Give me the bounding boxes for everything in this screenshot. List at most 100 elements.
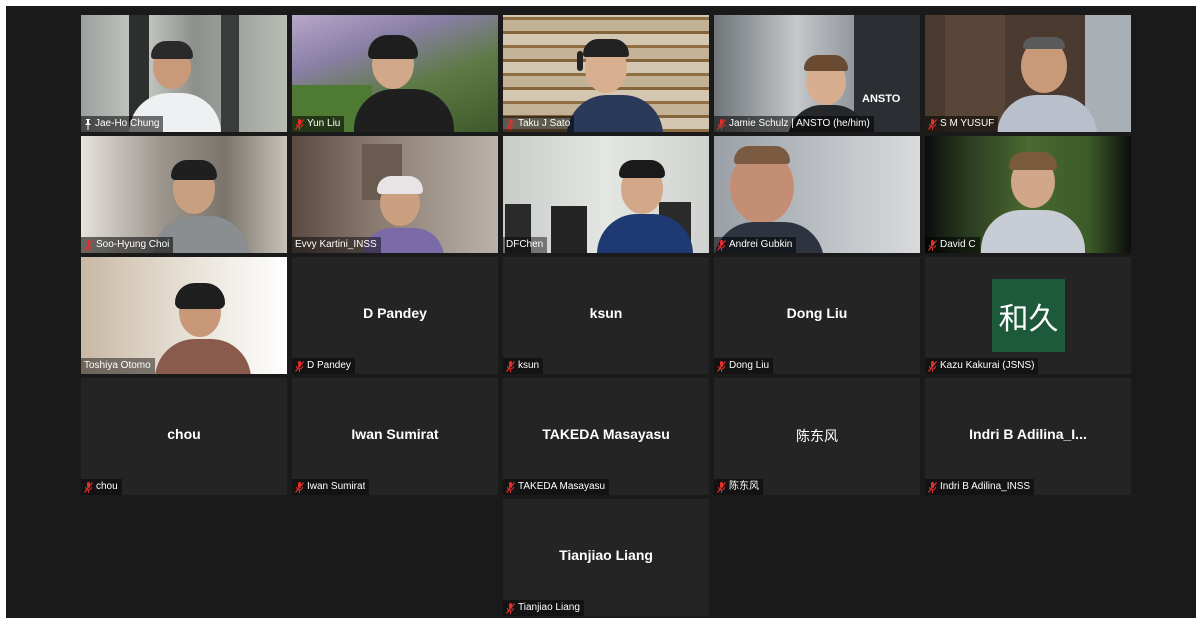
- participant-video: [81, 136, 287, 253]
- muted-mic-icon: [717, 360, 726, 372]
- pin-icon: [84, 118, 92, 130]
- participant-name-label: Andrei Gubkin: [714, 237, 797, 253]
- participant-name: Indri B Adilina_INSS: [940, 481, 1031, 492]
- muted-mic-icon: [717, 481, 726, 493]
- participant-name-label: Yun Liu: [292, 116, 345, 132]
- muted-mic-icon: [506, 118, 515, 130]
- participant-name: ksun: [518, 360, 540, 371]
- participant-name: S M YUSUF: [940, 118, 995, 129]
- participant-name: Tianjiao Liang: [518, 602, 580, 613]
- muted-mic-icon: [717, 118, 726, 130]
- participant-tile[interactable]: Taku J Sato: [503, 15, 709, 132]
- participant-tile[interactable]: 和久 Kazu Kakurai (JSNS): [925, 257, 1131, 374]
- muted-mic-icon: [928, 360, 937, 372]
- participant-name: Iwan Sumirat: [307, 481, 366, 492]
- participant-name-label: Indri B Adilina_INSS: [925, 479, 1035, 495]
- participant-video: [81, 15, 287, 132]
- participant-display-name: Tianjiao Liang: [559, 547, 653, 563]
- participant-name-label: Jamie Schulz | ANSTO (he/him): [714, 116, 874, 132]
- muted-mic-icon: [928, 118, 937, 130]
- participant-display-name: TAKEDA Masayasu: [542, 426, 670, 442]
- participant-tile[interactable]: ksun ksun: [503, 257, 709, 374]
- participant-tile[interactable]: ANSTO Jamie Schulz | ANSTO (he/him): [714, 15, 920, 132]
- participant-name: Toshiya Otomo: [84, 360, 151, 371]
- participant-display-name: chou: [167, 426, 201, 442]
- participant-name: Yun Liu: [307, 118, 341, 129]
- participant-name-label: Evvy Kartini_INSS: [292, 237, 381, 253]
- participant-video: ANSTO: [714, 15, 920, 132]
- muted-mic-icon: [928, 481, 937, 493]
- participant-name-label: Taku J Sato: [503, 116, 575, 132]
- muted-mic-icon: [928, 239, 937, 251]
- participant-name: Andrei Gubkin: [729, 239, 793, 250]
- participant-name: Soo-Hyung Choi: [96, 239, 170, 250]
- participant-tile[interactable]: Indri B Adilina_I... Indri B Adilina_INS…: [925, 378, 1131, 495]
- participant-display-name: Iwan Sumirat: [351, 426, 439, 442]
- participant-tile[interactable]: Tianjiao Liang Tianjiao Liang: [503, 499, 709, 616]
- participant-video: [292, 15, 498, 132]
- participant-tile[interactable]: Jae-Ho Chung: [81, 15, 287, 132]
- participant-tile[interactable]: TAKEDA Masayasu TAKEDA Masayasu: [503, 378, 709, 495]
- participant-tile[interactable]: Soo-Hyung Choi: [81, 136, 287, 253]
- participant-tile[interactable]: David C: [925, 136, 1131, 253]
- participant-display-name: ksun: [589, 305, 623, 321]
- participant-name: Jamie Schulz | ANSTO (he/him): [729, 118, 870, 129]
- participant-tile[interactable]: chou chou: [81, 378, 287, 495]
- participant-name-label: Toshiya Otomo: [81, 358, 155, 374]
- muted-mic-icon: [717, 239, 726, 251]
- participant-video: [925, 15, 1131, 132]
- participant-tile[interactable]: Andrei Gubkin: [714, 136, 920, 253]
- participant-name-label: TAKEDA Masayasu: [503, 479, 610, 495]
- participant-tile-active-speaker[interactable]: DFChen: [503, 136, 709, 253]
- muted-mic-icon: [506, 360, 515, 372]
- participant-name-label: chou: [81, 479, 122, 495]
- participant-tile[interactable]: D Pandey D Pandey: [292, 257, 498, 374]
- participant-name: Kazu Kakurai (JSNS): [940, 360, 1035, 371]
- participant-name: Taku J Sato: [518, 118, 571, 129]
- participant-tile[interactable]: Dong Liu Dong Liu: [714, 257, 920, 374]
- participant-name-label: DFChen: [503, 237, 548, 253]
- participant-name-label: David C: [925, 237, 980, 253]
- participant-name-label: Kazu Kakurai (JSNS): [925, 358, 1039, 374]
- participant-name: D Pandey: [307, 360, 351, 371]
- participant-name: Evvy Kartini_INSS: [295, 239, 377, 250]
- participant-tile[interactable]: S M YUSUF: [925, 15, 1131, 132]
- participant-name: David C: [940, 239, 976, 250]
- participant-name-label: D Pandey: [292, 358, 355, 374]
- participant-name: Dong Liu: [729, 360, 770, 371]
- participant-display-name: Indri B Adilina_I...: [969, 426, 1087, 442]
- participant-tile[interactable]: Iwan Sumirat Iwan Sumirat: [292, 378, 498, 495]
- participant-display-name: D Pandey: [363, 305, 427, 321]
- participant-name: TAKEDA Masayasu: [518, 481, 606, 492]
- participant-tile[interactable]: Yun Liu: [292, 15, 498, 132]
- participant-tile[interactable]: Toshiya Otomo: [81, 257, 287, 374]
- participant-name-label: 陈东风: [714, 479, 763, 495]
- participant-video: [503, 15, 709, 132]
- participant-name: chou: [96, 481, 118, 492]
- participant-name: 陈东风: [729, 481, 759, 492]
- participant-name: Jae-Ho Chung: [95, 118, 160, 129]
- ansto-watermark: ANSTO: [862, 93, 901, 105]
- muted-mic-icon: [84, 239, 93, 251]
- muted-mic-icon: [295, 481, 304, 493]
- participant-name-label: Iwan Sumirat: [292, 479, 370, 495]
- muted-mic-icon: [84, 481, 93, 493]
- participant-tile[interactable]: 陈东风 陈东风: [714, 378, 920, 495]
- muted-mic-icon: [506, 602, 515, 614]
- participant-video: [714, 136, 920, 253]
- muted-mic-icon: [295, 360, 304, 372]
- participant-name-label: Dong Liu: [714, 358, 774, 374]
- participant-display-name: Dong Liu: [786, 305, 848, 321]
- participant-name-label: Jae-Ho Chung: [81, 116, 164, 132]
- gallery-view: Jae-Ho Chung Yun Liu Taku J Sato ANSTO J…: [6, 6, 1196, 618]
- participant-tile[interactable]: Evvy Kartini_INSS: [292, 136, 498, 253]
- participant-name-label: ksun: [503, 358, 544, 374]
- participant-name-label: S M YUSUF: [925, 116, 999, 132]
- participant-name-label: Soo-Hyung Choi: [81, 237, 174, 253]
- participant-name-label: Tianjiao Liang: [503, 600, 584, 616]
- participant-video: [81, 257, 287, 374]
- muted-mic-icon: [295, 118, 304, 130]
- participant-avatar: 和久: [992, 279, 1065, 352]
- participant-video: [925, 136, 1131, 253]
- muted-mic-icon: [506, 481, 515, 493]
